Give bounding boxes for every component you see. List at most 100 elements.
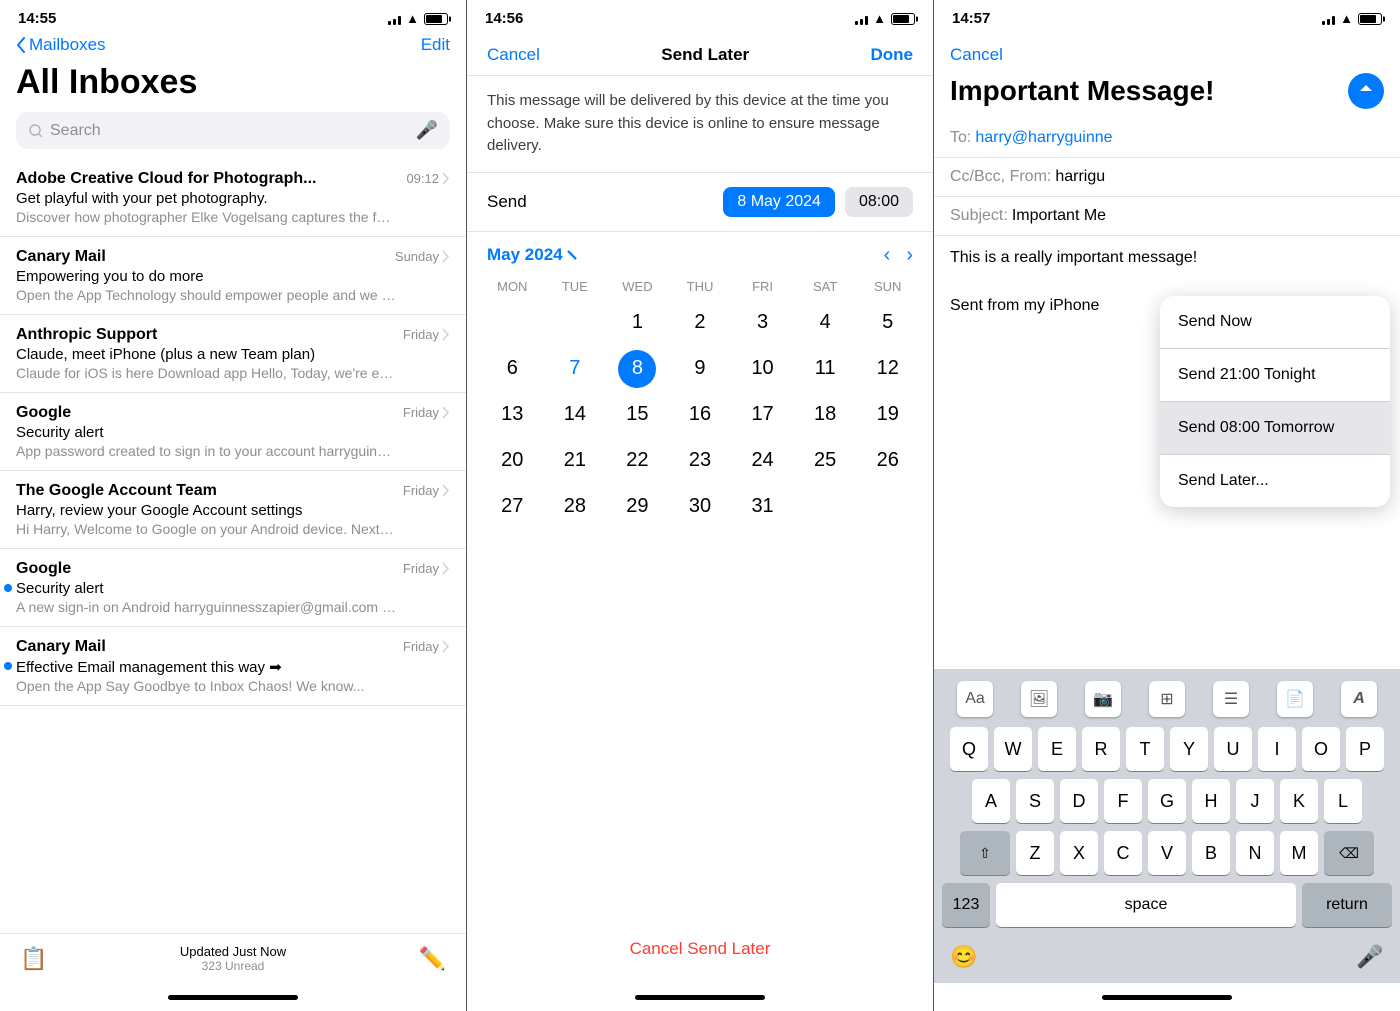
- cal-day-12[interactable]: 12: [869, 350, 907, 388]
- cal-day-2[interactable]: 2: [681, 304, 719, 342]
- cal-day-7[interactable]: 7: [556, 350, 594, 388]
- kb-key-n[interactable]: N: [1236, 831, 1274, 875]
- kb-key-t[interactable]: T: [1126, 727, 1164, 771]
- cal-day-21[interactable]: 21: [556, 442, 594, 480]
- cal-day-1[interactable]: 1: [618, 304, 656, 342]
- cancel-button-3[interactable]: Cancel: [950, 45, 1003, 65]
- email-item-5[interactable]: Google Friday Security alert A new sign-…: [0, 549, 466, 627]
- cal-day-30[interactable]: 30: [681, 488, 719, 526]
- kb-key-p[interactable]: P: [1346, 727, 1384, 771]
- new-compose-icon[interactable]: ✏️: [419, 946, 446, 972]
- cal-day-6[interactable]: 6: [493, 350, 531, 388]
- email-item-0[interactable]: Adobe Creative Cloud for Photograph... 0…: [0, 159, 466, 237]
- kb-key-j[interactable]: J: [1236, 779, 1274, 823]
- kb-key-c[interactable]: C: [1104, 831, 1142, 875]
- time-picker[interactable]: 08:00: [845, 187, 913, 217]
- cal-day-10[interactable]: 10: [744, 350, 782, 388]
- cal-day-16[interactable]: 16: [681, 396, 719, 434]
- cal-day-11[interactable]: 11: [806, 350, 844, 388]
- date-picker[interactable]: 8 May 2024: [723, 187, 835, 217]
- kb-mic-button[interactable]: 🎤: [1352, 939, 1388, 975]
- send-now-button[interactable]: [1348, 73, 1384, 109]
- cal-day-28[interactable]: 28: [556, 488, 594, 526]
- cal-day-4[interactable]: 4: [806, 304, 844, 342]
- kb-key-backspace[interactable]: ⌫: [1324, 831, 1374, 875]
- prev-month-button[interactable]: ‹: [884, 244, 891, 267]
- kb-key-m[interactable]: M: [1280, 831, 1318, 875]
- cal-day-26[interactable]: 26: [869, 442, 907, 480]
- kb-emoji-button[interactable]: 😊: [946, 939, 982, 975]
- send-later-option[interactable]: Send Later...: [1160, 455, 1390, 507]
- kb-key-v[interactable]: V: [1148, 831, 1186, 875]
- send-tonight-option[interactable]: Send 21:00 Tonight: [1160, 349, 1390, 402]
- kb-key-g[interactable]: G: [1148, 779, 1186, 823]
- cal-day-15[interactable]: 15: [618, 396, 656, 434]
- kb-key-q[interactable]: Q: [950, 727, 988, 771]
- kb-key-a[interactable]: A: [972, 779, 1010, 823]
- kb-key-e[interactable]: E: [1038, 727, 1076, 771]
- email-item-2[interactable]: Anthropic Support Friday Claude, meet iP…: [0, 315, 466, 393]
- mic-icon[interactable]: 🎤: [416, 120, 438, 141]
- kb-key-f[interactable]: F: [1104, 779, 1142, 823]
- cal-day-9[interactable]: 9: [681, 350, 719, 388]
- kb-key-shift[interactable]: ⇧: [960, 831, 1010, 875]
- cal-day-13[interactable]: 13: [493, 396, 531, 434]
- kb-key-y[interactable]: Y: [1170, 727, 1208, 771]
- email-item-1[interactable]: Canary Mail Sunday Empowering you to do …: [0, 237, 466, 315]
- kb-key-return[interactable]: return: [1302, 883, 1392, 927]
- cal-day-27[interactable]: 27: [493, 488, 531, 526]
- kb-key-b[interactable]: B: [1192, 831, 1230, 875]
- cal-day-22[interactable]: 22: [618, 442, 656, 480]
- cancel-send-later-button[interactable]: Cancel Send Later: [487, 929, 913, 969]
- send-now-option[interactable]: Send Now: [1160, 296, 1390, 349]
- kb-tool-aa[interactable]: Aa: [957, 681, 993, 717]
- kb-key-s[interactable]: S: [1016, 779, 1054, 823]
- kb-key-k[interactable]: K: [1280, 779, 1318, 823]
- kb-key-i[interactable]: I: [1258, 727, 1296, 771]
- cal-day-31[interactable]: 31: [744, 488, 782, 526]
- compose-body[interactable]: This is a really important message! Sent…: [934, 236, 1400, 669]
- cc-field[interactable]: Cc/Bcc, From: harrigu: [934, 158, 1400, 197]
- compose-icon[interactable]: 📋: [20, 946, 47, 972]
- kb-tool-scan[interactable]: ⊞: [1149, 681, 1185, 717]
- cal-day-18[interactable]: 18: [806, 396, 844, 434]
- kb-key-h[interactable]: H: [1192, 779, 1230, 823]
- email-item-3[interactable]: Google Friday Security alert App passwor…: [0, 393, 466, 471]
- send-tomorrow-option[interactable]: Send 08:00 Tomorrow: [1160, 402, 1390, 455]
- done-button[interactable]: Done: [871, 45, 914, 65]
- kb-key-w[interactable]: W: [994, 727, 1032, 771]
- kb-tool-format[interactable]: A: [1341, 681, 1377, 717]
- subject-field[interactable]: Subject: Important Me: [934, 197, 1400, 236]
- kb-key-u[interactable]: U: [1214, 727, 1252, 771]
- kb-key-123[interactable]: 123: [942, 883, 990, 927]
- kb-tool-doc[interactable]: 📄: [1277, 681, 1313, 717]
- kb-tool-camera[interactable]: 📷: [1085, 681, 1121, 717]
- kb-tool-photo[interactable]: 🖼: [1021, 681, 1057, 717]
- kb-key-x[interactable]: X: [1060, 831, 1098, 875]
- edit-button[interactable]: Edit: [421, 35, 450, 55]
- cal-day-3[interactable]: 3: [744, 304, 782, 342]
- to-field[interactable]: To: harry@harryguinne: [934, 119, 1400, 158]
- back-button[interactable]: Mailboxes: [16, 35, 106, 55]
- cal-day-25[interactable]: 25: [806, 442, 844, 480]
- cancel-button-2[interactable]: Cancel: [487, 45, 540, 65]
- cal-day-24[interactable]: 24: [744, 442, 782, 480]
- kb-tool-list[interactable]: ☰: [1213, 681, 1249, 717]
- next-month-button[interactable]: ›: [906, 244, 913, 267]
- cal-day-20[interactable]: 20: [493, 442, 531, 480]
- email-item-4[interactable]: The Google Account Team Friday Harry, re…: [0, 471, 466, 549]
- email-item-6[interactable]: Canary Mail Friday Effective Email manag…: [0, 627, 466, 706]
- cal-day-8[interactable]: 8: [618, 350, 656, 388]
- cal-day-5[interactable]: 5: [869, 304, 907, 342]
- kb-key-l[interactable]: L: [1324, 779, 1362, 823]
- kb-key-r[interactable]: R: [1082, 727, 1120, 771]
- cal-day-19[interactable]: 19: [869, 396, 907, 434]
- kb-key-o[interactable]: O: [1302, 727, 1340, 771]
- cal-day-23[interactable]: 23: [681, 442, 719, 480]
- cal-day-17[interactable]: 17: [744, 396, 782, 434]
- kb-key-z[interactable]: Z: [1016, 831, 1054, 875]
- kb-key-d[interactable]: D: [1060, 779, 1098, 823]
- kb-key-space[interactable]: space: [996, 883, 1296, 927]
- cal-day-14[interactable]: 14: [556, 396, 594, 434]
- search-bar[interactable]: Search 🎤: [16, 112, 450, 149]
